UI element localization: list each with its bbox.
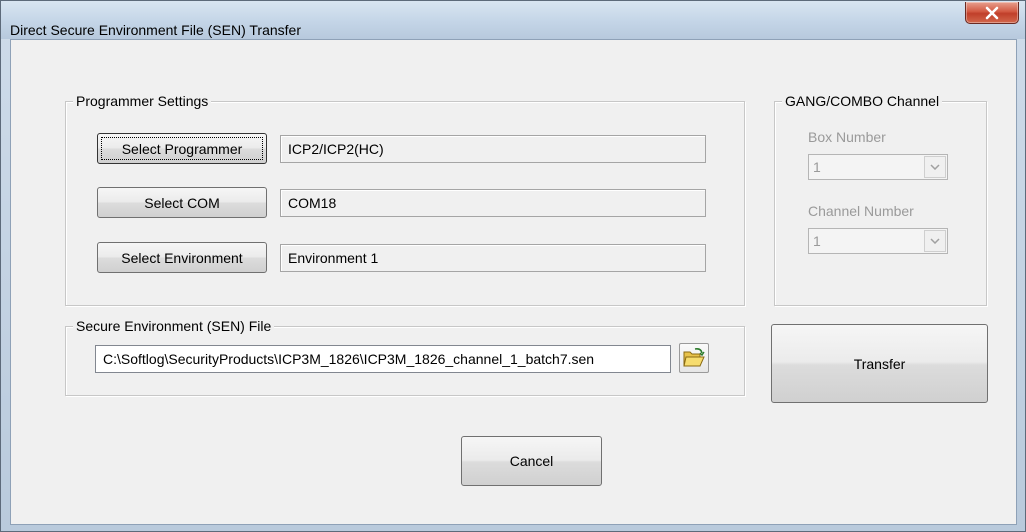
box-number-select[interactable]: 1 <box>808 154 948 180</box>
open-folder-icon <box>683 348 705 367</box>
sen-file-legend: Secure Environment (SEN) File <box>73 318 275 334</box>
programmer-field[interactable]: ICP2/ICP2(HC) <box>280 135 706 163</box>
programmer-settings-legend: Programmer Settings <box>73 93 212 109</box>
dialog-body: Programmer Settings Select Programmer IC… <box>10 39 1017 525</box>
environment-field[interactable]: Environment 1 <box>280 244 706 272</box>
close-button[interactable] <box>965 2 1019 24</box>
channel-number-select[interactable]: 1 <box>808 228 948 254</box>
dialog-window: Direct Secure Environment File (SEN) Tra… <box>0 0 1026 532</box>
select-programmer-button[interactable]: Select Programmer <box>97 133 267 164</box>
window-title: Direct Secure Environment File (SEN) Tra… <box>10 22 301 38</box>
chevron-down-icon[interactable] <box>924 156 946 178</box>
transfer-button[interactable]: Transfer <box>771 324 988 403</box>
gang-combo-legend: GANG/COMBO Channel <box>782 93 943 109</box>
browse-button[interactable] <box>679 343 709 373</box>
title-bar[interactable]: Direct Secure Environment File (SEN) Tra… <box>1 1 1025 39</box>
select-com-button[interactable]: Select COM <box>97 187 267 218</box>
cancel-button[interactable]: Cancel <box>461 436 602 486</box>
box-number-label: Box Number <box>808 129 886 145</box>
channel-number-value: 1 <box>813 233 821 249</box>
channel-number-label: Channel Number <box>808 203 914 219</box>
com-field[interactable]: COM18 <box>280 189 706 217</box>
chevron-down-icon[interactable] <box>924 230 946 252</box>
close-icon <box>985 6 999 19</box>
box-number-value: 1 <box>813 159 821 175</box>
select-environment-button[interactable]: Select Environment <box>97 242 267 273</box>
sen-file-path-field[interactable]: C:\Softlog\SecurityProducts\ICP3M_1826\I… <box>95 345 671 373</box>
